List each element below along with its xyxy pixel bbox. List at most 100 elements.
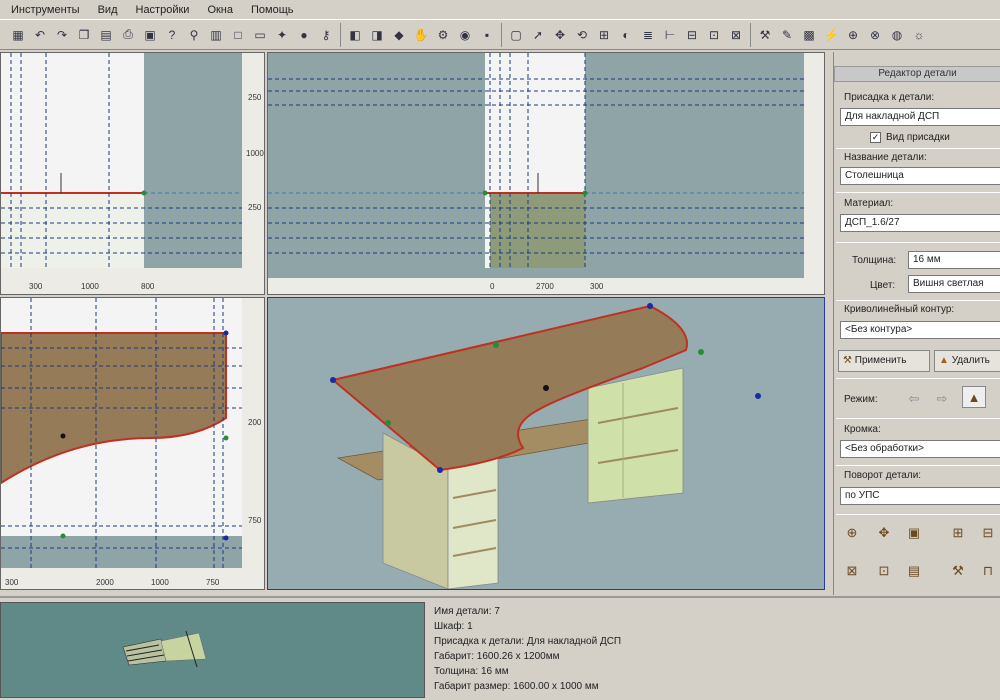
- box-icon[interactable]: ▢: [506, 25, 526, 45]
- cursor-icon[interactable]: ➚: [528, 25, 548, 45]
- drill-point-icon[interactable]: ⊕: [840, 522, 864, 544]
- panel-icon[interactable]: ◧: [345, 25, 365, 45]
- fix-checkbox[interactable]: ✓: [870, 132, 881, 143]
- saw-icon[interactable]: ⊗: [865, 25, 885, 45]
- viewport-front[interactable]: 250 1000 250 300 1000 800: [0, 52, 265, 295]
- gear-icon[interactable]: ⚙: [433, 25, 453, 45]
- dot-icon[interactable]: ●: [294, 25, 314, 45]
- contour-select[interactable]: <Без контура>: [840, 321, 1000, 339]
- clamp-icon[interactable]: ⊓: [976, 560, 1000, 582]
- ruler-label: 1000: [81, 282, 99, 291]
- settings-icon[interactable]: ☼: [909, 25, 929, 45]
- fitting-icon[interactable]: ▣: [902, 522, 926, 544]
- handle-icon[interactable]: ⊞: [946, 522, 970, 544]
- mode-active-icon[interactable]: ▲: [962, 386, 986, 408]
- pin-icon[interactable]: ⚲: [184, 25, 204, 45]
- hand-icon[interactable]: ✋: [411, 25, 431, 45]
- edge-select[interactable]: <Без обработки>: [840, 440, 1000, 458]
- star-icon[interactable]: ✦: [272, 25, 292, 45]
- folder-icon[interactable]: ▭: [250, 25, 270, 45]
- viewport-top[interactable]: 200 750 300 2000 1000 750: [0, 297, 265, 590]
- ruler-label: 750: [248, 516, 262, 525]
- door-icon[interactable]: ⊡: [704, 25, 724, 45]
- camera-icon[interactable]: ▪: [477, 25, 497, 45]
- material-icon[interactable]: ▩: [799, 25, 819, 45]
- front-view-drawing: [1, 53, 264, 294]
- screw-icon[interactable]: ⊟: [976, 522, 1000, 544]
- apply-label: Применить: [854, 355, 907, 366]
- groove-icon[interactable]: ▤: [902, 560, 926, 582]
- chart-icon[interactable]: ▥: [206, 25, 226, 45]
- new-icon[interactable]: □: [228, 25, 248, 45]
- menu-help[interactable]: Помощь: [242, 4, 303, 16]
- eye-icon[interactable]: ◉: [455, 25, 475, 45]
- undo-icon[interactable]: ↶: [30, 25, 50, 45]
- menu-tools[interactable]: Инструменты: [2, 4, 89, 16]
- material-input[interactable]: ДСП_1.6/27: [840, 214, 1000, 232]
- sphere-icon[interactable]: ◍: [887, 25, 907, 45]
- mode-left-icon[interactable]: ⇦: [902, 388, 926, 410]
- toolbar-group-file: ▦ ↶ ↷ ❐ ▤ ⎙ ▣ ? ⚲ ▥ □ ▭ ✦ ● ⚷: [4, 22, 341, 47]
- info-line: Габарит размер: 1600.00 x 1000 мм: [434, 681, 599, 692]
- dimension-icon[interactable]: ◨: [367, 25, 387, 45]
- color-select[interactable]: Вишня светлая: [908, 275, 1000, 293]
- erase-icon: ▲: [939, 355, 952, 366]
- drill-icon[interactable]: ⊕: [843, 25, 863, 45]
- menu-windows[interactable]: Окна: [198, 4, 242, 16]
- move-icon[interactable]: ✥: [550, 25, 570, 45]
- toolbar-group-edit: ▢ ➚ ✥ ⟲ ⊞ ◐ ≣ ⊢ ⊟ ⊡ ⊠: [502, 22, 751, 47]
- search-icon[interactable]: ⚷: [316, 25, 336, 45]
- ruler-label: 250: [248, 203, 262, 212]
- info-line: Шкаф: 1: [434, 621, 473, 632]
- rotate-icon[interactable]: ⟲: [572, 25, 592, 45]
- ruler-icon[interactable]: ⊢: [660, 25, 680, 45]
- hinge-icon[interactable]: ✥: [872, 522, 896, 544]
- viewport-side[interactable]: 0 2700 300: [267, 52, 825, 295]
- model-preview[interactable]: [0, 602, 425, 698]
- lock-icon[interactable]: ⊠: [726, 25, 746, 45]
- print-icon[interactable]: ⎙: [118, 25, 138, 45]
- wrench-icon[interactable]: ⚒: [755, 25, 775, 45]
- info-line: Присадка к детали: Для накладной ДСП: [434, 636, 622, 647]
- apply-button[interactable]: ⚒ Применить: [838, 350, 930, 372]
- prisadka-select[interactable]: Для накладной ДСП: [840, 108, 1000, 126]
- mode-label: Режим:: [844, 394, 878, 405]
- viewport-3d[interactable]: [267, 297, 825, 590]
- redo-icon[interactable]: ↷: [52, 25, 72, 45]
- detail-name-input[interactable]: Столешница: [840, 167, 1000, 185]
- section-icon[interactable]: ⊟: [682, 25, 702, 45]
- info-line: Толщина: 16 мм: [434, 666, 509, 677]
- menu-settings[interactable]: Настройки: [127, 4, 199, 16]
- ruler-label: 300: [29, 282, 43, 291]
- edge-label: Кромка:: [844, 424, 881, 435]
- cube-icon[interactable]: ◆: [389, 25, 409, 45]
- divider: [836, 418, 1000, 419]
- paste-icon[interactable]: ▤: [96, 25, 116, 45]
- joint-icon[interactable]: ⊡: [872, 560, 896, 582]
- detail-editor-panel: Редактор детали Присадка к детали: Для н…: [833, 52, 1000, 595]
- thickness-input[interactable]: 16 мм: [908, 251, 1000, 269]
- material-label: Материал:: [844, 198, 894, 209]
- ruler-label: 300: [5, 578, 19, 587]
- grid-icon[interactable]: ▦: [8, 25, 28, 45]
- delete-button[interactable]: ▲ Удалить: [934, 350, 1000, 372]
- paint-icon[interactable]: ✎: [777, 25, 797, 45]
- mode-right-icon[interactable]: ⇨: [930, 388, 954, 410]
- rotate-select[interactable]: по УПС: [840, 487, 1000, 505]
- print-preview-icon[interactable]: ▣: [140, 25, 160, 45]
- divider: [836, 514, 1000, 515]
- divider: [836, 148, 1000, 149]
- cut-icon[interactable]: ⊠: [840, 560, 864, 582]
- hammer-icon: ⚒: [843, 355, 855, 366]
- layers-icon[interactable]: ≣: [638, 25, 658, 45]
- help-icon[interactable]: ?: [162, 25, 182, 45]
- palette-icon[interactable]: ◐: [616, 25, 636, 45]
- saw-tool-icon[interactable]: ⚒: [946, 560, 970, 582]
- table-icon[interactable]: ⊞: [594, 25, 614, 45]
- ruler-label: 0: [490, 282, 495, 291]
- menu-view[interactable]: Вид: [89, 4, 127, 16]
- info-line: Габарит: 1600.26 x 1200мм: [434, 651, 560, 662]
- bolt-icon[interactable]: ⚡: [821, 25, 841, 45]
- delete-label: Удалить: [951, 355, 990, 366]
- copy-icon[interactable]: ❐: [74, 25, 94, 45]
